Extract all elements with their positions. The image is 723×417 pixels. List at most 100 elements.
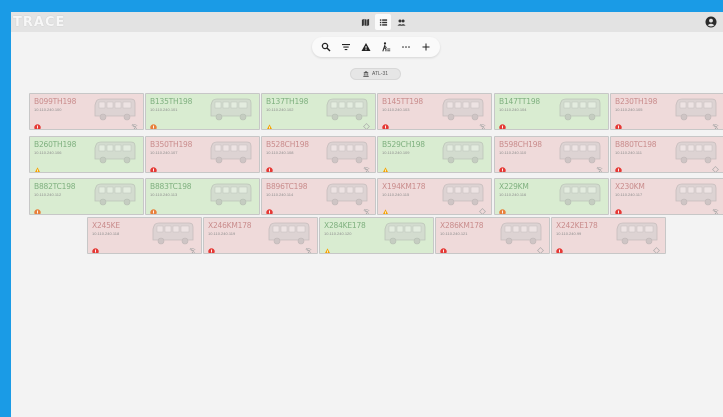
- vehicle-name: X245KE: [92, 221, 120, 230]
- vehicle-card[interactable]: B260TH198 10.110.240.106: [29, 136, 144, 173]
- vehicle-card[interactable]: B135TH198 10.110.240.101: [145, 93, 260, 130]
- vehicle-card[interactable]: B099TH198 10.110.240.100: [29, 93, 144, 130]
- signal-diamond-icon: [653, 241, 660, 253]
- list-view-button[interactable]: [375, 14, 391, 30]
- bus-icon: [206, 182, 254, 208]
- map-view-button[interactable]: [357, 14, 373, 30]
- vehicle-name: B880TC198: [615, 140, 657, 149]
- signal-diamond-icon: [479, 202, 486, 214]
- error-icon: [92, 242, 99, 253]
- error-icon: [615, 203, 622, 214]
- vehicle-ip: 10.110.240.109: [382, 150, 410, 155]
- vehicle-ip: 10.110.240.107: [150, 150, 178, 155]
- bus-icon: [380, 221, 428, 247]
- map-icon: [361, 18, 369, 26]
- vehicle-ip: 10.110.240.116: [499, 192, 527, 197]
- vehicle-card[interactable]: X246KM178 10.110.240.119: [203, 217, 318, 254]
- more-button[interactable]: [399, 40, 413, 54]
- vehicle-ip: 10.110.240.118: [92, 231, 120, 236]
- vehicle-card[interactable]: X245KE 10.110.240.118: [87, 217, 202, 254]
- vehicle-card[interactable]: B882TC198 10.110.240.112: [29, 178, 144, 215]
- signal-diamond-icon: [363, 117, 370, 129]
- vehicle-name: X284KE178: [324, 221, 366, 230]
- vehicle-card[interactable]: B230TH198 10.110.240.105: [610, 93, 723, 130]
- vehicle-card[interactable]: B145TT198 10.110.240.103: [377, 93, 492, 130]
- action-toolbar: [312, 37, 440, 57]
- vehicle-name: X229KM: [499, 182, 529, 191]
- vehicle-card[interactable]: X229KM 10.110.240.116: [494, 178, 609, 215]
- bus-icon: [90, 182, 138, 208]
- bus-icon: [90, 140, 138, 166]
- site-label: ATL-31: [371, 71, 389, 77]
- vehicle-card[interactable]: B147TT198 10.110.240.104: [494, 93, 609, 130]
- account-circle-icon[interactable]: [705, 16, 717, 28]
- vehicle-card[interactable]: B529CH198 10.110.240.109: [377, 136, 492, 173]
- add-icon: [422, 43, 430, 51]
- vehicle-card[interactable]: X230KM 10.110.240.117: [610, 178, 723, 215]
- vehicle-ip: 10.110.240.104: [499, 107, 527, 112]
- vehicle-card[interactable]: X194KM178 10.110.240.115: [377, 178, 492, 215]
- warning-icon: [34, 161, 41, 172]
- pedestrian-filter-button[interactable]: [379, 40, 393, 54]
- vehicle-name: B137TH198: [266, 97, 309, 106]
- vehicle-ip: 10.110.240.110: [499, 150, 527, 155]
- vehicle-ip: 10.110.240.105: [615, 107, 643, 112]
- vehicle-ip: 10.110.240.114: [266, 192, 294, 197]
- vehicle-ip: 10.110.240.102: [266, 107, 294, 112]
- vehicle-ip: 10.110.240.106: [34, 150, 62, 155]
- vehicle-ip: 10.110.240.108: [266, 150, 294, 155]
- bank-icon: [363, 71, 369, 77]
- wifi-off-icon: [363, 202, 370, 214]
- vehicle-card[interactable]: B528CH198 10.110.240.108: [261, 136, 376, 173]
- alerts-button[interactable]: [359, 40, 373, 54]
- people-icon: [396, 19, 406, 26]
- vehicle-name: B350TH198: [150, 140, 193, 149]
- error-icon: [382, 118, 389, 129]
- filter-icon: [342, 44, 350, 51]
- signal-diamond-icon: [712, 160, 719, 172]
- add-button[interactable]: [419, 40, 433, 54]
- vehicle-ip: 10.110.240.120: [324, 231, 352, 236]
- error-icon: [499, 161, 506, 172]
- vehicle-ip: 10.110.240.100: [34, 107, 62, 112]
- view-switcher: [357, 14, 409, 30]
- vehicle-ip: 10.110.240.113: [150, 192, 178, 197]
- wifi-off-icon: [131, 117, 138, 129]
- vehicle-name: B528CH198: [266, 140, 309, 149]
- vehicle-name: X246KM178: [208, 221, 252, 230]
- vehicle-card[interactable]: B598CH198 10.110.240.110: [494, 136, 609, 173]
- vehicle-card[interactable]: B883TC198 10.110.240.113: [145, 178, 260, 215]
- list-icon: [379, 18, 387, 26]
- vehicle-ip: 10.110.240.111: [615, 150, 642, 155]
- wifi-off-icon: [363, 160, 370, 172]
- vehicle-card[interactable]: X286KM178 10.110.240.121: [435, 217, 550, 254]
- vehicle-card[interactable]: X284KE178 10.110.240.120: [319, 217, 434, 254]
- vehicle-name: B135TH198: [150, 97, 193, 106]
- vehicle-card[interactable]: B880TC198 10.110.240.111: [610, 136, 723, 173]
- search-button[interactable]: [319, 40, 333, 54]
- site-chip[interactable]: ATL-31: [350, 68, 401, 80]
- error-icon: [615, 118, 622, 129]
- wifi-off-icon: [596, 160, 603, 172]
- bus-icon: [206, 140, 254, 166]
- vehicle-card[interactable]: B137TH198 10.110.240.102: [261, 93, 376, 130]
- vehicle-name: B883TC198: [150, 182, 192, 191]
- vehicle-card[interactable]: B350TH198 10.110.240.107: [145, 136, 260, 173]
- people-view-button[interactable]: [393, 14, 409, 30]
- bus-icon: [555, 97, 603, 123]
- filter-button[interactable]: [339, 40, 353, 54]
- vehicle-name: X242KE178: [556, 221, 598, 230]
- vehicle-card[interactable]: B896TC198 10.110.240.114: [261, 178, 376, 215]
- wifi-off-icon: [712, 202, 719, 214]
- vehicle-ip: 10.110.240.119: [208, 231, 236, 236]
- vehicle-name: B529CH198: [382, 140, 425, 149]
- error-icon: [440, 242, 447, 253]
- wifi-off-icon: [305, 241, 312, 253]
- top-bar: TRACE: [11, 12, 723, 32]
- vehicle-card[interactable]: X242KE178 10.110.240.99: [551, 217, 666, 254]
- pedestrian-icon: [382, 42, 391, 52]
- error-icon: [499, 203, 506, 214]
- wifi-off-icon: [479, 117, 486, 129]
- vehicle-ip: 10.110.240.99: [556, 231, 582, 236]
- vehicle-name: B145TT198: [382, 97, 424, 106]
